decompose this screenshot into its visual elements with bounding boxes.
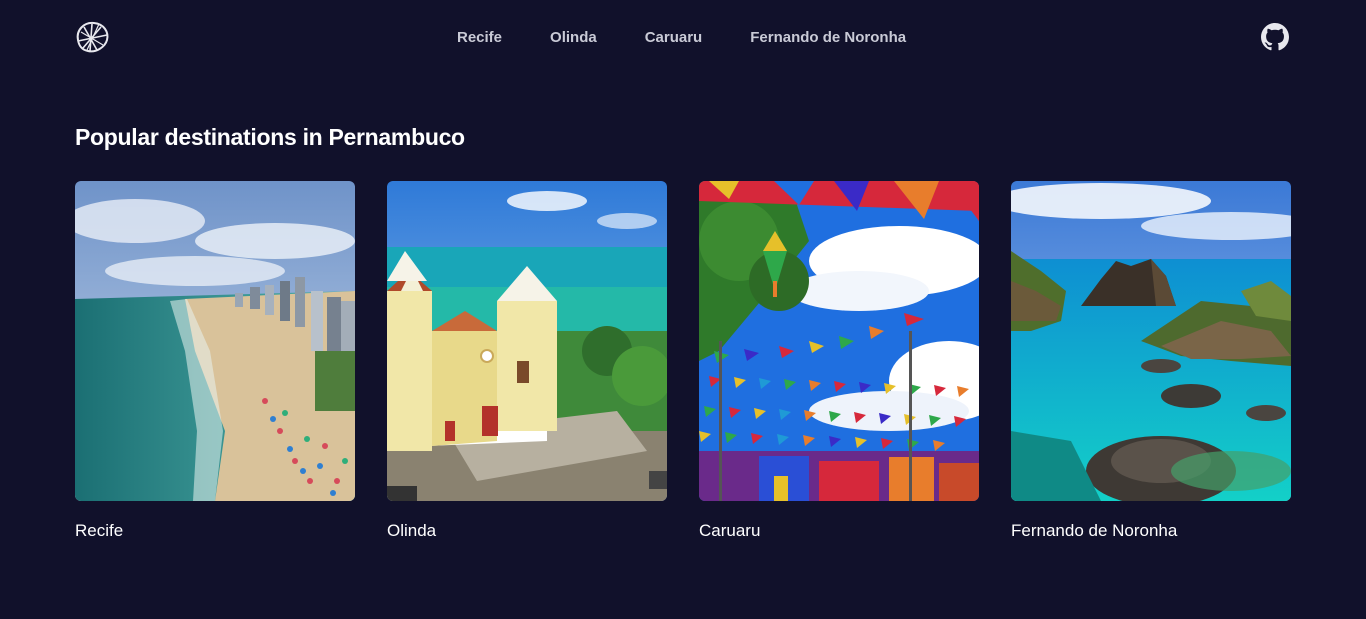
destination-card-olinda[interactable]: Olinda bbox=[387, 181, 667, 541]
destination-card-recife[interactable]: Recife bbox=[75, 181, 355, 541]
github-icon[interactable] bbox=[1261, 23, 1289, 51]
recife-beach-photo[interactable] bbox=[75, 181, 355, 501]
caruaru-festival-photo[interactable] bbox=[699, 181, 979, 501]
destination-name[interactable]: Fernando de Noronha bbox=[1011, 521, 1291, 541]
nav-link-caruaru[interactable]: Caruaru bbox=[645, 29, 703, 46]
page-title: Popular destinations in Pernambuco bbox=[75, 124, 465, 150]
nav-link-recife[interactable]: Recife bbox=[457, 29, 502, 46]
nav-link-olinda[interactable]: Olinda bbox=[550, 29, 597, 46]
main-nav: Recife Olinda Caruaru Fernando de Noronh… bbox=[457, 27, 906, 47]
olinda-church-photo[interactable] bbox=[387, 181, 667, 501]
site-header: Recife Olinda Caruaru Fernando de Noronh… bbox=[0, 0, 1366, 74]
destination-card-fernando-de-noronha[interactable]: Fernando de Noronha bbox=[1011, 181, 1291, 541]
shell-logo-icon[interactable] bbox=[74, 20, 110, 54]
destination-card-caruaru[interactable]: Caruaru bbox=[699, 181, 979, 541]
nav-link-fernando-de-noronha[interactable]: Fernando de Noronha bbox=[750, 29, 906, 46]
destination-name[interactable]: Recife bbox=[75, 521, 355, 541]
fernando-de-noronha-photo[interactable] bbox=[1011, 181, 1291, 501]
destination-name[interactable]: Olinda bbox=[387, 521, 667, 541]
destination-cards: Recife Olinda Caruaru Fernando de Noronh… bbox=[75, 181, 1291, 541]
destination-name[interactable]: Caruaru bbox=[699, 521, 979, 541]
